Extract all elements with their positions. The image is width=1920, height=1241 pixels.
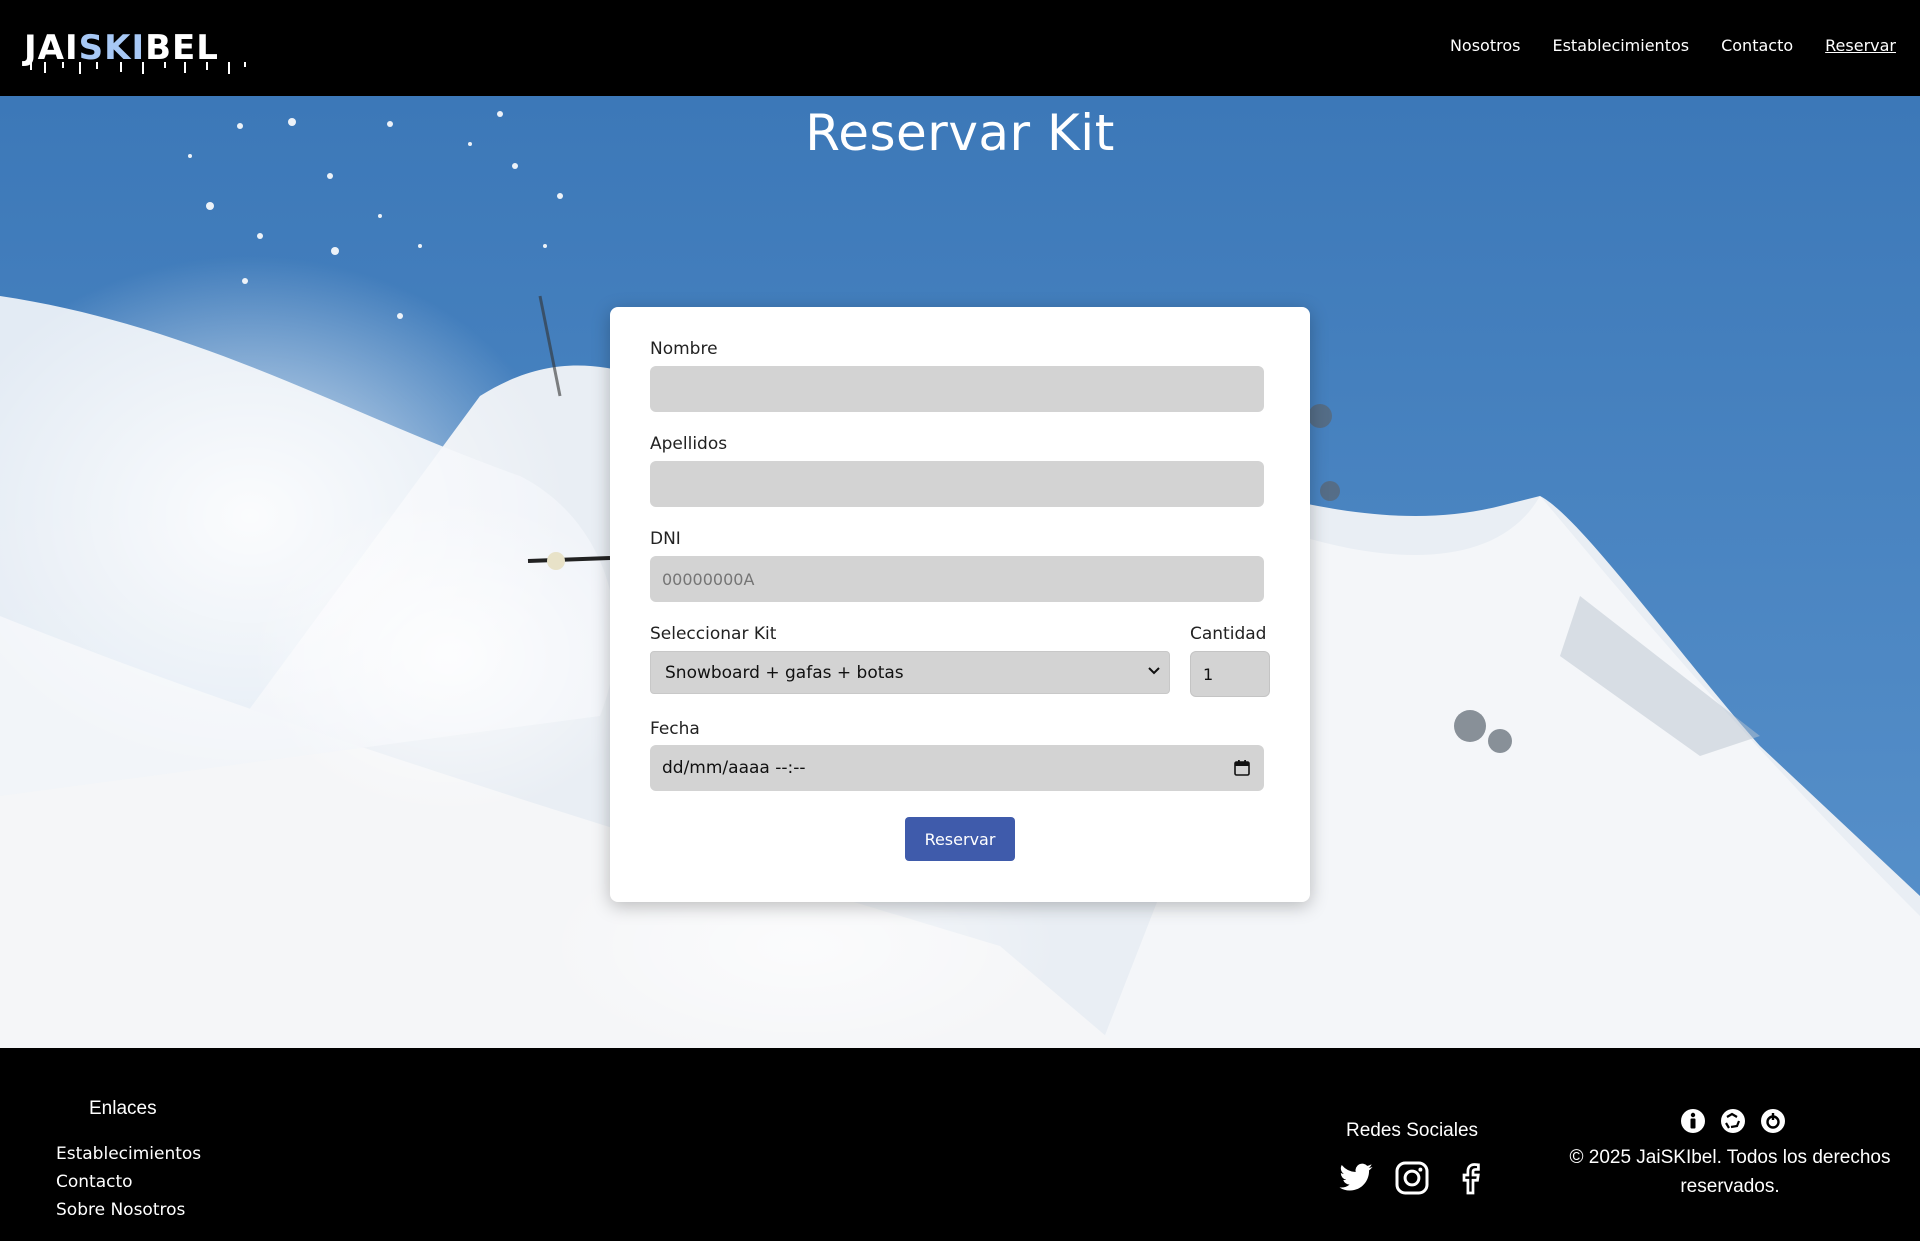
site-logo[interactable]: JAI SKI BEL [24,28,246,74]
nav-nosotros[interactable]: Nosotros [1450,36,1521,55]
copyright-text: © 2025 JaiSKIbel. Todos los derechos res… [1560,1143,1900,1201]
nav-establecimientos[interactable]: Establecimientos [1552,36,1689,55]
cantidad-label: Cantidad [1190,624,1267,644]
nav-contacto[interactable]: Contacto [1721,36,1793,55]
fecha-label: Fecha [650,719,700,739]
kit-select[interactable]: Snowboard + gafas + botas [650,651,1170,694]
chevron-down-icon [1148,667,1160,675]
hero-section: Reservar Kit Nombre Apellidos DNI Selecc… [0,96,1920,1048]
copyright-line-2: reservados. [1680,1176,1780,1197]
dni-label: DNI [650,529,681,549]
info-icon[interactable] [1680,1108,1706,1134]
copyright-line-1: © 2025 JaiSKIbel. Todos los derechos [1569,1147,1891,1168]
power-icon[interactable] [1760,1108,1786,1134]
kit-label: Seleccionar Kit [650,624,777,644]
twitter-icon[interactable] [1338,1160,1374,1196]
site-header: JAI SKI BEL Nosotros Establecimientos Cont… [0,0,1920,96]
footer-mini-icons [1680,1108,1786,1134]
cantidad-input[interactable]: 1 [1190,651,1270,697]
instagram-icon[interactable] [1394,1160,1430,1196]
kit-select-value: Snowboard + gafas + botas [665,662,904,683]
footer-social-title: Redes Sociales [1346,1120,1479,1141]
cantidad-value: 1 [1203,664,1214,684]
reservar-button[interactable]: Reservar [905,817,1015,861]
apellidos-label: Apellidos [650,434,728,454]
recycle-icon[interactable] [1720,1108,1746,1134]
footer-link-contacto[interactable]: Contacto [56,1172,133,1192]
nav-reservar[interactable]: Reservar [1825,36,1896,55]
main-nav: Nosotros Establecimientos Contacto Reser… [1450,36,1896,55]
reservation-form-card: Nombre Apellidos DNI Seleccionar Kit Sno… [610,307,1310,902]
calendar-icon[interactable] [1234,760,1250,776]
page-title: Reservar Kit [805,104,1115,162]
footer-link-establecimientos[interactable]: Establecimientos [56,1144,201,1164]
nombre-label: Nombre [650,339,718,359]
fecha-placeholder: dd/mm/aaaa --:-- [662,758,806,778]
apellidos-input[interactable] [650,461,1264,507]
logo-drips-decoration [30,62,246,74]
footer-links-title: Enlaces [89,1098,157,1119]
dni-input[interactable] [650,556,1264,602]
fecha-input[interactable]: dd/mm/aaaa --:-- [650,745,1264,791]
nombre-input[interactable] [650,366,1264,412]
facebook-icon[interactable] [1452,1160,1488,1196]
footer-link-sobre-nosotros[interactable]: Sobre Nosotros [56,1200,185,1220]
